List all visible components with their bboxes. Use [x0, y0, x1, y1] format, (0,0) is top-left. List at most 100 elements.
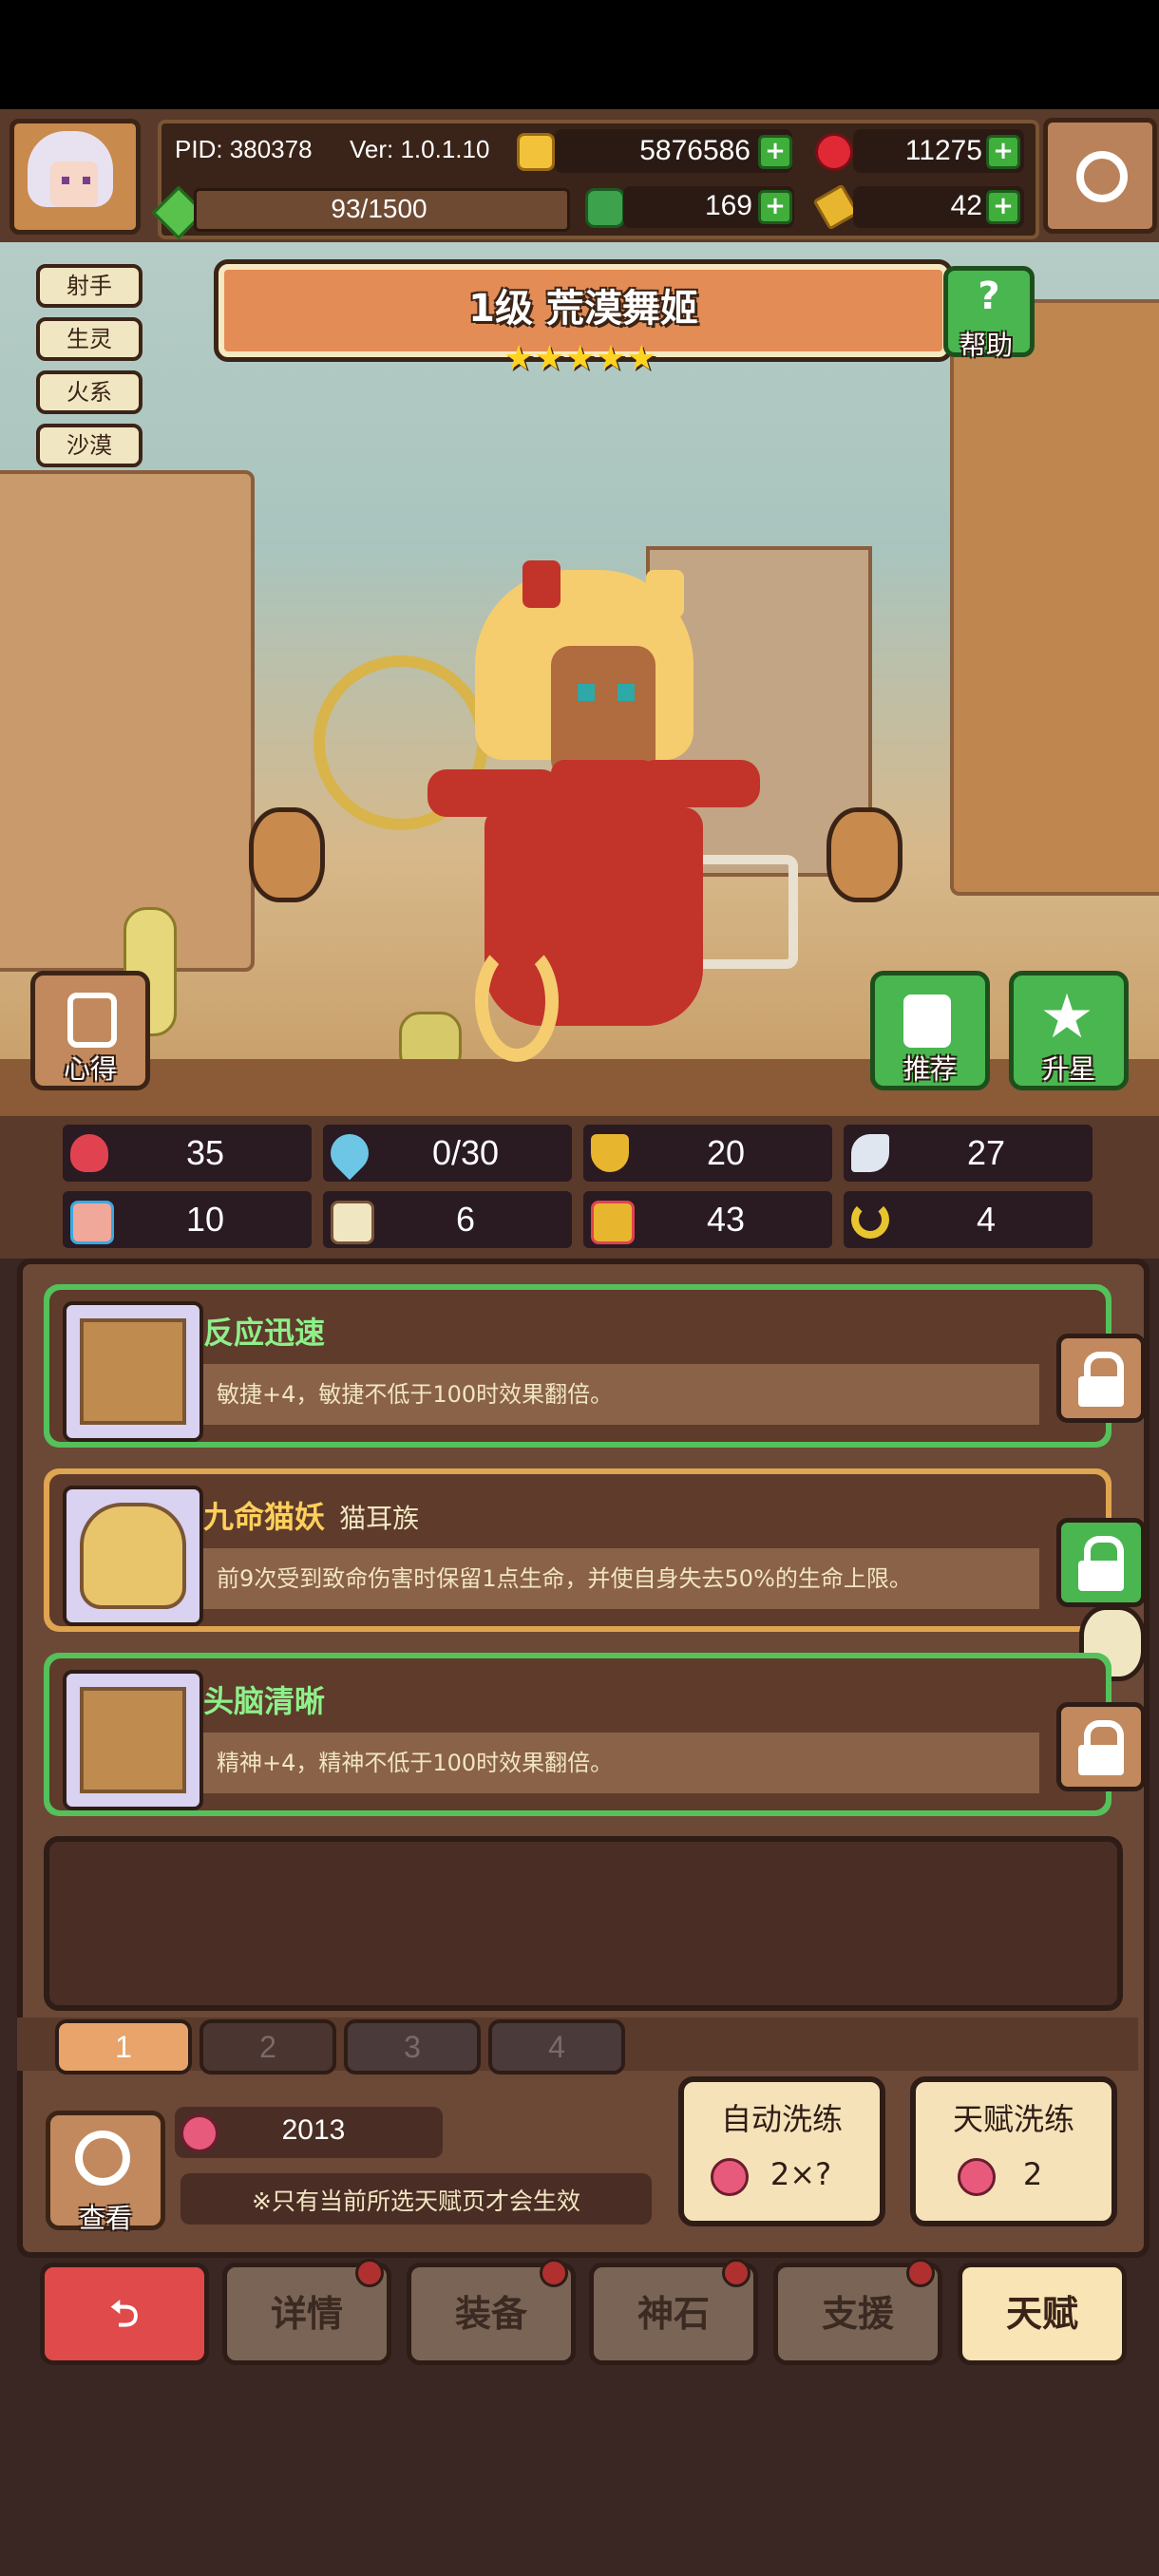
stat-defense: 20	[583, 1125, 832, 1182]
stat-value: 6	[455, 1200, 476, 1239]
stat-value: 27	[966, 1133, 1006, 1172]
stat-value: 0/30	[431, 1133, 500, 1172]
view-label: 查看	[78, 2203, 132, 2234]
add-ruby-button[interactable]: +	[986, 135, 1020, 169]
talent-name-bar: 头脑清晰	[203, 1674, 1049, 1729]
notification-dot	[722, 2259, 750, 2287]
stat-value: 4	[976, 1200, 997, 1239]
add-gold-button[interactable]: +	[758, 135, 792, 169]
notification-dot	[540, 2259, 568, 2287]
left-cliff	[0, 470, 255, 972]
stat-value: 35	[185, 1133, 225, 1172]
stat-strength: 10	[63, 1191, 312, 1248]
tag-creature: 生灵	[36, 317, 142, 361]
notes-icon	[67, 993, 117, 1048]
settings-button[interactable]	[1043, 118, 1157, 234]
page-tab-3[interactable]: 3	[344, 2019, 481, 2074]
cat-icon	[80, 1503, 186, 1609]
auto-reroll-button[interactable]: 自动洗练 2×?	[678, 2076, 885, 2226]
talent-desc: 前9次受到致命伤害时保留1点生命，并使自身失去50%的生命上限。	[217, 1565, 912, 1592]
hero-ear	[646, 570, 684, 617]
star-icon: ★	[1039, 982, 1094, 1052]
hero-eye	[578, 684, 595, 701]
boot-icon	[591, 1201, 635, 1244]
heart-icon	[70, 1134, 108, 1172]
version-label: Ver: 1.0.1.10	[350, 135, 490, 163]
auto-reroll-cost: 2×?	[770, 2156, 832, 2192]
right-cliff	[950, 299, 1159, 896]
talent-reroll-cost: 2	[1022, 2156, 1043, 2192]
wing-icon	[851, 1134, 889, 1172]
stat-intellect: 6	[323, 1191, 572, 1248]
talent-reroll-button[interactable]: 天赋洗练 2	[910, 2076, 1117, 2226]
talent-desc-bar: 前9次受到致命伤害时保留1点生命，并使自身失去50%的生命上限。	[203, 1548, 1039, 1609]
horseshoe-icon	[851, 1201, 889, 1239]
key-amount: 42	[950, 190, 982, 221]
hero-tail	[475, 940, 559, 1062]
lock-body	[1078, 1745, 1124, 1775]
fist-icon	[70, 1201, 114, 1244]
tag-archer: 射手	[36, 264, 142, 308]
talent-desc-bar: 精神+4，精神不低于100时效果翻倍。	[203, 1733, 1039, 1793]
back-button[interactable]: ⮌	[40, 2263, 209, 2365]
return-arrow-icon: ⮌	[109, 2293, 140, 2335]
talent-card[interactable]: 反应迅速 敏捷+4，敏捷不低于100时效果翻倍。	[44, 1284, 1146, 1448]
talent-reroll-label: 天赋洗练	[952, 2101, 1074, 2137]
equipment-slot-right[interactable]	[826, 807, 902, 902]
talent-name-bar: 反应迅速	[203, 1305, 1049, 1360]
talent-name: 反应迅速	[203, 1315, 326, 1351]
ruby-amount: 11275	[904, 135, 982, 166]
equipment-slot-left[interactable]	[249, 807, 325, 902]
notification-dot	[906, 2259, 935, 2287]
gold-coin-icon	[517, 133, 555, 171]
clover-icon	[585, 188, 625, 228]
clover-amount: 169	[704, 190, 752, 221]
peach-amount: 2013	[281, 2114, 346, 2146]
notification-dot	[355, 2259, 384, 2287]
talent-card[interactable]: 头脑清晰 精神+4，精神不低于100时效果翻倍。	[44, 1653, 1146, 1816]
magnifier-icon	[75, 2131, 130, 2186]
peach-icon	[180, 2114, 218, 2152]
talent-name: 头脑清晰	[203, 1683, 326, 1719]
ruby-icon	[815, 133, 853, 171]
water-drop-icon	[322, 1126, 377, 1181]
talent-card[interactable]: 九命猫妖 猫耳族 前9次受到致命伤害时保留1点生命，并使自身失去50%的生命上限…	[44, 1468, 1146, 1632]
player-avatar[interactable]	[10, 119, 141, 235]
auto-reroll-label: 自动洗练	[720, 2101, 843, 2137]
stat-mana: 0/30	[322, 1125, 572, 1182]
star-up-label: 升星	[1041, 1053, 1095, 1085]
page-tab-4[interactable]: 4	[488, 2019, 625, 2074]
notice-text: ※只有当前所选天赋页才会生效	[252, 2188, 580, 2215]
nav-talent[interactable]: 天赋	[958, 2263, 1127, 2365]
stat-value: 20	[706, 1133, 746, 1172]
stat-value: 43	[706, 1200, 746, 1239]
talent-name: 九命猫妖	[203, 1499, 326, 1535]
pid-label: PID: 380378	[175, 135, 313, 163]
page-tab-2[interactable]: 2	[200, 2019, 336, 2074]
lock-toggle[interactable]	[1056, 1702, 1146, 1791]
tag-fire: 火系	[36, 370, 142, 414]
system-status-bar	[0, 0, 1159, 109]
shield-icon	[591, 1134, 629, 1172]
lock-body	[1078, 1376, 1124, 1407]
talent-desc-bar: 敏捷+4，敏捷不低于100时效果翻倍。	[203, 1364, 1039, 1425]
xp-text: 93/1500	[331, 194, 428, 223]
question-icon: ?	[978, 275, 1000, 318]
avatar-face	[50, 161, 98, 207]
talent-card-inner: 九命猫妖 猫耳族 前9次受到致命伤害时保留1点生命，并使自身失去50%的生命上限…	[49, 1474, 1146, 1626]
recommend-label: 推荐	[902, 1053, 957, 1085]
add-key-button[interactable]: +	[986, 190, 1020, 224]
thumbs-up-icon	[903, 994, 951, 1048]
avatar-eye	[62, 177, 69, 184]
add-clover-button[interactable]: +	[758, 190, 792, 224]
lock-toggle[interactable]	[1056, 1518, 1146, 1607]
stat-speed: 27	[844, 1125, 1092, 1182]
gold-amount: 5876586	[639, 135, 750, 166]
talent-card-inner: 反应迅速 敏捷+4，敏捷不低于100时效果翻倍。	[49, 1290, 1146, 1442]
lock-body	[1078, 1561, 1124, 1591]
lock-toggle[interactable]	[1056, 1334, 1146, 1423]
avatar-eye	[83, 177, 90, 184]
empty-talent-slot	[44, 1836, 1123, 2011]
hero-face	[551, 646, 656, 779]
page-tab-1[interactable]: 1	[55, 2019, 192, 2074]
